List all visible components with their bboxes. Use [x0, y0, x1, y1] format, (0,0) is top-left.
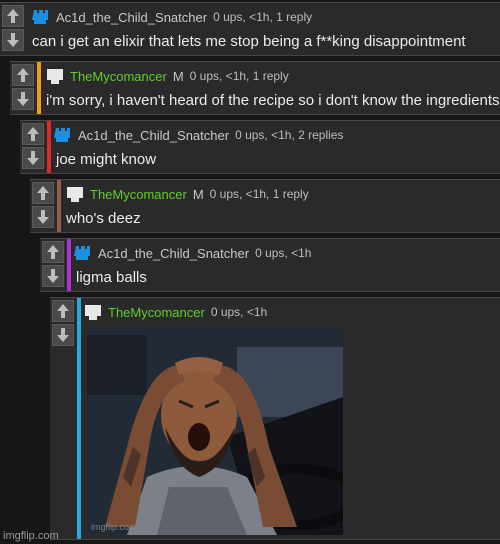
downvote-button[interactable]	[32, 206, 54, 228]
username-link[interactable]: Ac1d_the_Child_Snatcher	[56, 10, 207, 25]
comment-meta: 0 ups, <1h, 2 replies	[235, 128, 344, 142]
image-watermark: imgflip.com	[91, 522, 137, 532]
upvote-button[interactable]	[32, 182, 54, 204]
mod-badge: M	[192, 186, 204, 202]
mod-badge: M	[172, 68, 184, 84]
comment-meta: 0 ups, <1h, 1 reply	[213, 10, 313, 24]
username-link[interactable]: Ac1d_the_Child_Snatcher	[78, 128, 229, 143]
upvote-button[interactable]	[2, 5, 24, 27]
downvote-button[interactable]	[52, 324, 74, 346]
vote-column	[0, 3, 26, 51]
white-pixel-avatar-icon	[85, 305, 101, 320]
thread-rail	[57, 180, 61, 232]
comment-meta: 0 ups, <1h	[255, 246, 312, 260]
arrow-down-icon	[47, 269, 59, 283]
arrow-down-icon	[27, 151, 39, 165]
comment-image[interactable]: imgflip.com	[87, 327, 343, 535]
downvote-button[interactable]	[12, 88, 34, 110]
comment-meta: 0 ups, <1h, 1 reply	[209, 187, 309, 201]
comment-text: i'm sorry, i haven't heard of the recipe…	[46, 92, 500, 109]
username-link[interactable]: Ac1d_the_Child_Snatcher	[98, 246, 249, 261]
thread-rail	[47, 121, 51, 173]
arrow-down-icon	[37, 210, 49, 224]
thread-rail	[77, 298, 81, 539]
upvote-button[interactable]	[12, 64, 34, 86]
comment-header: Ac1d_the_Child_Snatcher 0 ups, <1h, 1 re…	[32, 7, 312, 27]
frustrated-man-illustration	[87, 327, 343, 535]
upvote-button[interactable]	[22, 123, 44, 145]
downvote-button[interactable]	[42, 265, 64, 287]
comment-header: Ac1d_the_Child_Snatcher 0 ups, <1h	[74, 243, 311, 263]
comment-3: Ac1d_the_Child_Snatcher 0 ups, <1h, 2 re…	[20, 120, 500, 174]
username-link[interactable]: TheMycomancer	[108, 305, 205, 320]
site-watermark: imgflip.com	[3, 530, 59, 542]
comment-text: who's deez	[66, 210, 141, 227]
arrow-up-icon	[47, 245, 59, 259]
blue-pixel-avatar-icon	[32, 10, 48, 24]
arrow-down-icon	[7, 33, 19, 47]
upvote-button[interactable]	[52, 300, 74, 322]
comment-5: Ac1d_the_Child_Snatcher 0 ups, <1h ligma…	[40, 238, 500, 292]
arrow-up-icon	[17, 68, 29, 82]
arrow-up-icon	[37, 186, 49, 200]
vote-column	[20, 121, 46, 169]
comment-1: Ac1d_the_Child_Snatcher 0 ups, <1h, 1 re…	[0, 2, 500, 56]
vote-column	[30, 180, 56, 228]
comment-meta: 0 ups, <1h	[210, 305, 268, 319]
thread-rail	[37, 62, 41, 114]
comment-header: TheMycomancer M 0 ups, <1h, 1 reply	[46, 66, 289, 86]
upvote-button[interactable]	[42, 241, 64, 263]
arrow-up-icon	[27, 127, 39, 141]
comment-2: TheMycomancer M 0 ups, <1h, 1 reply i'm …	[10, 61, 500, 115]
arrow-down-icon	[57, 328, 69, 342]
comment-header: Ac1d_the_Child_Snatcher 0 ups, <1h, 2 re…	[54, 125, 343, 145]
comment-text: joe might know	[56, 151, 157, 168]
arrow-up-icon	[7, 9, 19, 23]
comment-4: TheMycomancer M 0 ups, <1h, 1 reply who'…	[30, 179, 500, 233]
vote-column	[40, 239, 66, 287]
white-pixel-avatar-icon	[67, 187, 83, 202]
comment-text: ligma balls	[76, 269, 147, 286]
vote-column	[50, 298, 76, 346]
downvote-button[interactable]	[22, 147, 44, 169]
comment-text: can i get an elixir that lets me stop be…	[32, 33, 466, 50]
comment-6: TheMycomancer 0 ups, <1h imgflip.com	[50, 297, 500, 540]
downvote-button[interactable]	[2, 29, 24, 51]
blue-pixel-avatar-icon	[74, 246, 90, 260]
comment-header: TheMycomancer 0 ups, <1h	[84, 302, 267, 322]
comment-meta: 0 ups, <1h, 1 reply	[189, 69, 289, 83]
username-link[interactable]: TheMycomancer	[70, 69, 167, 84]
comment-header: TheMycomancer M 0 ups, <1h, 1 reply	[66, 184, 309, 204]
arrow-up-icon	[57, 304, 69, 318]
blue-pixel-avatar-icon	[54, 128, 70, 142]
vote-column	[10, 62, 36, 110]
thread-rail	[67, 239, 71, 291]
username-link[interactable]: TheMycomancer	[90, 187, 187, 202]
white-pixel-avatar-icon	[47, 69, 63, 84]
arrow-down-icon	[17, 92, 29, 106]
